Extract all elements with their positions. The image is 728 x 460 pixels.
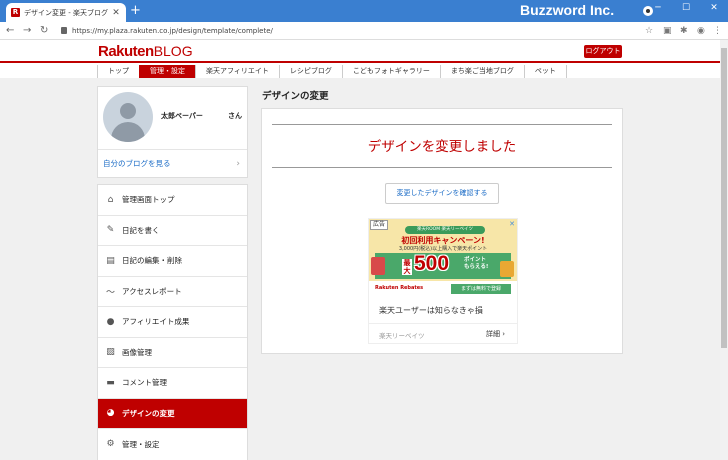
side-menu-label: コメント管理 [122,378,167,388]
ad-max-label: 最大 [402,259,412,275]
profile-icon[interactable]: ◉ [697,25,705,37]
window-brand-text: Buzzword Inc. [520,2,615,18]
browser-tab[interactable]: R デザイン変更 - 楽天ブログ ✕ [6,3,126,22]
ad-points: ポイント もらえる! [464,257,489,270]
favicon-icon: R [11,8,20,17]
scrollbar[interactable] [720,40,728,460]
side-menu-label: 日記を書く [122,225,160,235]
ad-condition: 3,000円(税込)以上購入で楽天ポイント [398,246,488,252]
tab-title: デザイン変更 - 楽天ブログ [24,8,108,17]
forward-icon[interactable]: → [23,24,31,38]
lock-icon [61,27,67,34]
profile-honorific: さん [228,112,242,120]
site-header: RakutenBLOG ログアウト [0,40,720,63]
url-field[interactable]: https://my.plaza.rakuten.co.jp/design/te… [72,25,273,37]
nav-item[interactable]: 楽天アフィリエイト [195,65,279,78]
nav-item[interactable]: ペット [523,65,567,78]
ad-logo: Rakuten Rebates [375,285,424,291]
chevron-right-icon: › [236,159,240,169]
side-menu-item[interactable]: ✎ 日記を書く [98,216,247,246]
side-menu-item[interactable]: 〜アクセスレポート [98,277,247,307]
side-menu-label: デザインの変更 [122,408,175,418]
ad-banner[interactable]: 広告 ✕ 楽天ROOM 楽天リーベイツ 初回利用キャンペーン! 3,000円(税… [369,219,517,297]
divider [272,124,612,125]
side-menu-item[interactable]: ▨ 画像管理 [98,338,247,368]
document-icon: ▤ [106,255,115,266]
ad-cta-button[interactable]: まずは無料で登録 [451,284,511,294]
close-tab-icon[interactable]: ✕ [111,8,121,18]
view-my-blog-link[interactable]: 自分のブログを見る › [98,149,247,177]
result-panel: デザインを変更しました 変更したデザインを確認する 広告 ✕ 楽天ROOM 楽天… [261,108,623,354]
side-menu-item[interactable]: ◕ デザインの変更 [98,398,247,429]
side-menu-label: 画像管理 [122,347,152,357]
shopping-bag-icon [500,261,514,277]
success-message: デザインを変更しました [367,139,517,155]
side-menu-label: アフィリエイト成果 [122,317,190,327]
ad-unit[interactable]: 広告 ✕ 楽天ROOM 楽天リーベイツ 初回利用キャンペーン! 3,000円(税… [368,218,518,344]
pencil-icon: ✎ [106,225,115,236]
close-window-button[interactable]: ✕ [700,0,728,16]
side-menu-label: 管理・設定 [122,439,160,449]
side-menu-item[interactable]: ● アフィリエイト成果 [98,307,247,338]
menu-icon[interactable]: ⋮ [713,25,722,37]
ad-tag: 広告 [370,220,389,230]
nav-item[interactable]: こどもフォトギャラリー [341,65,440,78]
gear-icon: ⚙ [106,439,115,450]
ad-close-icon[interactable]: ✕ [509,220,515,228]
profile-name: 太郎ペーパー [161,112,203,120]
new-tab-button[interactable]: + [130,4,141,18]
moneybag-icon: ● [106,316,115,327]
side-menu-item[interactable]: ⚙ 管理・設定 [98,429,247,460]
side-menu-label: 管理画面トップ [122,195,175,205]
back-icon[interactable]: ← [6,24,14,38]
ad-pill: 楽天ROOM 楽天リーベイツ [405,226,485,234]
profile-card: 太郎ペーパー さん 自分のブログを見る › [97,86,248,178]
scrollbar-thumb[interactable] [721,48,727,348]
home-icon: ⌂ [107,194,114,205]
nav-item[interactable]: まち楽ご当地ブログ [439,65,524,78]
confirm-design-button[interactable]: 変更したデザインを確認する [385,183,499,204]
comment-icon: ▬ [106,377,115,388]
ad-details-link[interactable]: 詳細 › [486,329,505,339]
palette-icon: ◕ [106,408,115,419]
rakuten-blog-logo[interactable]: RakutenBLOG [98,43,193,60]
address-bar: ← → ↻ https://my.plaza.rakuten.co.jp/des… [0,22,728,40]
extension-icon[interactable]: ▣ [663,25,672,37]
minimize-button[interactable]: ─ [644,0,672,16]
title-bar: R デザイン変更 - 楽天ブログ ✕ + Buzzword Inc. ─ ☐ ✕ [0,0,728,22]
star-icon[interactable]: ☆ [645,25,653,37]
shopping-bag-icon [371,257,385,275]
side-menu-item[interactable]: ▬ コメント管理 [98,368,247,399]
trend-icon: 〜 [105,287,115,298]
image-icon: ▨ [106,347,115,358]
avatar [103,92,153,142]
reload-icon[interactable]: ↻ [40,24,48,38]
ad-amount: 500 [414,252,450,275]
nav-item[interactable]: レシピブログ [278,65,342,78]
nav-item[interactable]: トップ [97,65,139,78]
puzzle-icon[interactable]: ✱ [680,25,688,37]
logout-button[interactable]: ログアウト [584,45,622,58]
page-title: デザインの変更 [262,91,329,102]
ad-footer: 楽天リーベイツ 詳細 › [369,323,517,343]
side-menu-label: アクセスレポート [122,286,182,296]
nav-item[interactable]: 管理・設定 [139,65,195,78]
side-menu-item[interactable]: ⌂ 管理画面トップ [98,185,247,216]
ad-description[interactable]: 楽天ユーザーは知らなきゃ損 [379,305,483,316]
maximize-button[interactable]: ☐ [672,0,700,16]
divider [272,167,612,168]
window-controls: ─ ☐ ✕ [644,0,728,22]
side-menu: ⌂ 管理画面トップ ✎ 日記を書く ▤ 日記の編集・削除〜アクセスレポート ● アフィリエイト… [97,184,248,460]
ad-cta-strip: Rakuten Rebates まずは無料で登録 [369,281,517,297]
ad-source: 楽天リーベイツ [379,332,425,340]
global-nav: トップ 管理・設定 楽天アフィリエイト レシピブログ こどもフォトギャラリー まち楽ご当地… [97,65,567,78]
side-menu-label: 日記の編集・削除 [122,256,182,266]
side-menu-item[interactable]: ▤ 日記の編集・削除 [98,246,247,277]
